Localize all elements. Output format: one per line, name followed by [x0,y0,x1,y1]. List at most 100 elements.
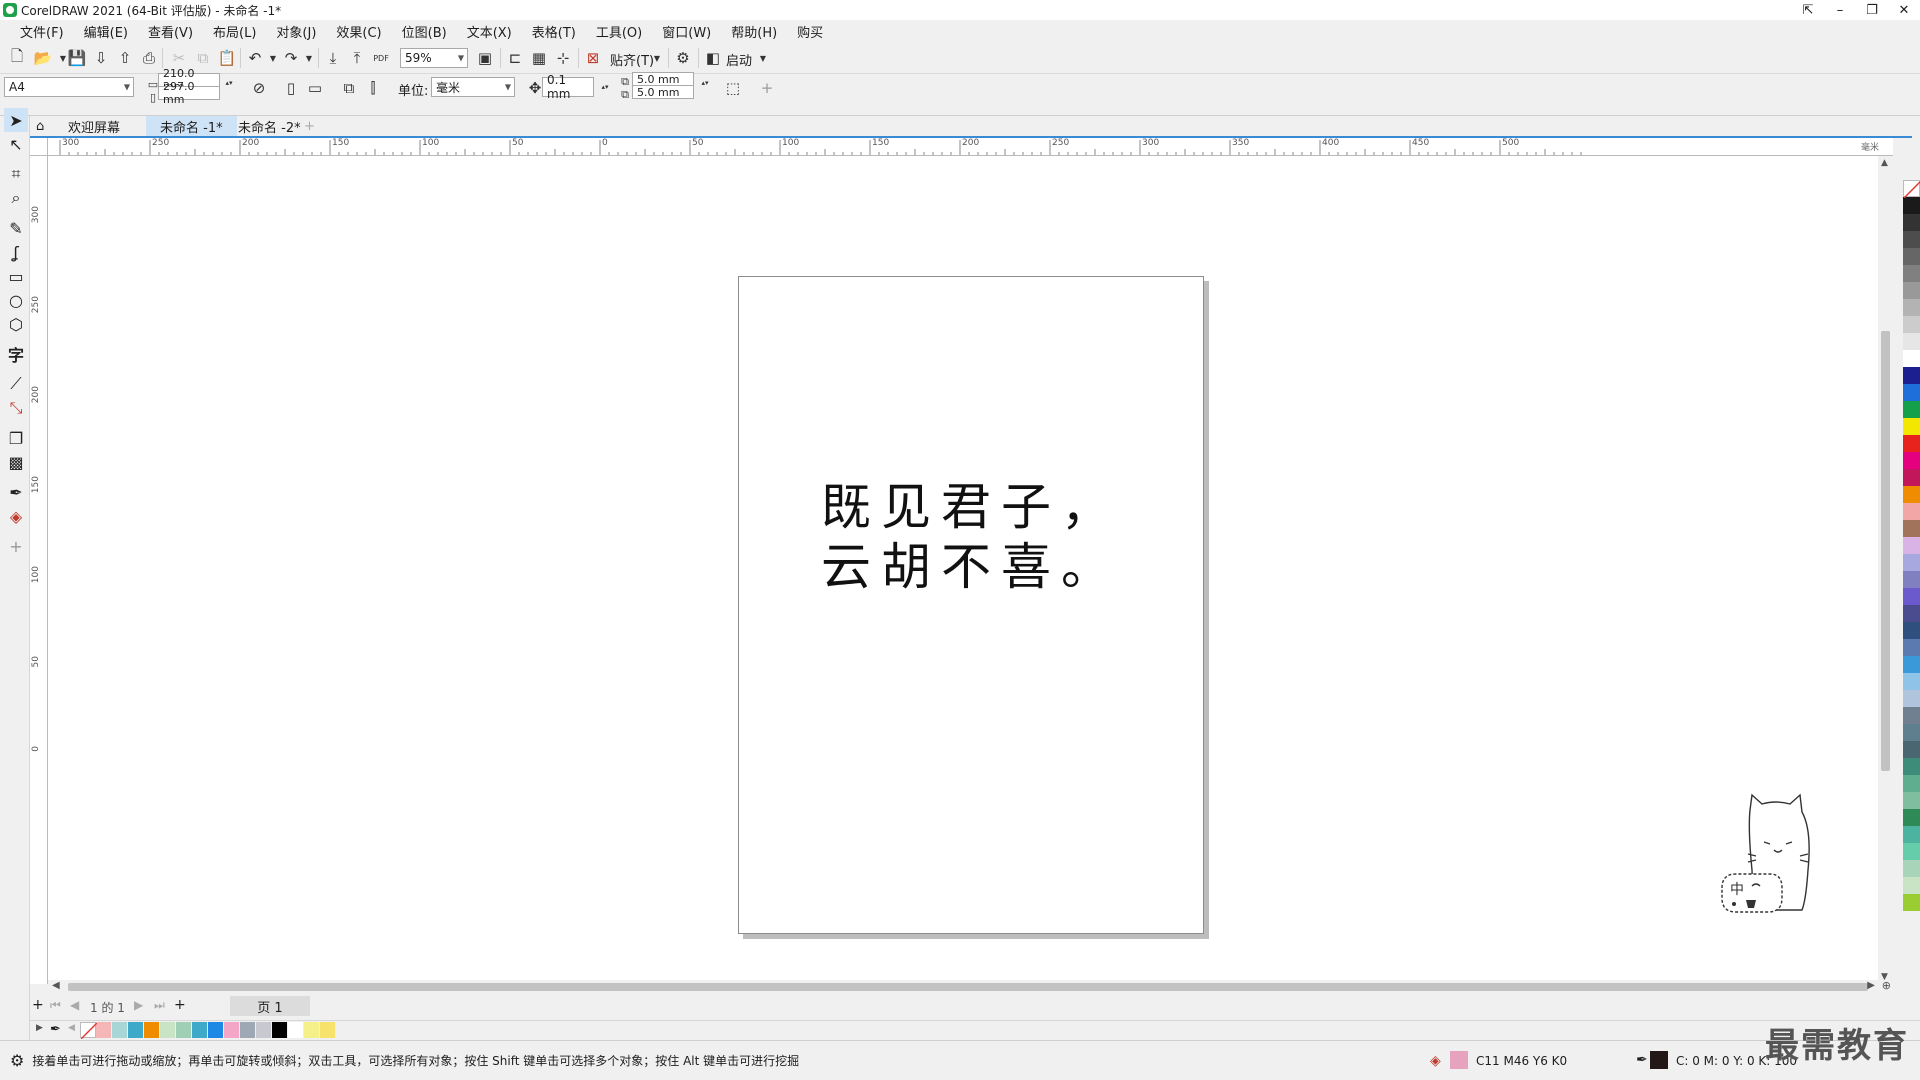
import-icon[interactable]: ⤓ [322,47,344,69]
color-swatch[interactable] [1903,486,1920,503]
doc-color-swatch[interactable] [320,1022,336,1038]
color-swatch[interactable] [1903,537,1920,554]
snap-dropdown-icon[interactable]: ▼ [646,47,668,69]
treat-as-filled-icon[interactable]: ⬚ [722,77,744,99]
color-swatch[interactable] [1903,469,1920,486]
doc-color-swatch[interactable] [240,1022,256,1038]
doc-color-swatch[interactable] [144,1022,160,1038]
color-swatch[interactable] [1903,350,1920,367]
ruler-origin[interactable] [30,138,48,156]
freehand-tool-icon[interactable]: ✎ [4,216,28,240]
zoom-level-dropdown[interactable]: 59% ▼ [400,48,468,68]
color-swatch[interactable] [1903,503,1920,520]
duplicate-spinner-icon[interactable]: ▴▾ [694,72,716,94]
lock-ratio-icon[interactable]: ⊘ [248,77,270,99]
add-page-before-icon[interactable]: + [32,997,44,1013]
last-page-icon[interactable]: ⏭ [154,998,165,1013]
doc-color-swatch[interactable] [112,1022,128,1038]
doc-color-swatch[interactable] [272,1022,288,1038]
nudge-distance-field[interactable]: 0.1 mm [542,73,594,101]
color-swatch[interactable] [1903,843,1920,860]
new-tab-icon[interactable]: + [298,116,321,136]
doc-no-color-swatch[interactable] [80,1022,97,1039]
horizontal-scroll-thumb[interactable] [68,983,1868,991]
doc-color-swatch[interactable] [208,1022,224,1038]
scroll-up-icon[interactable]: ▲ [1881,158,1888,168]
show-grid-icon[interactable]: ▦ [528,47,550,69]
doc-color-swatch[interactable] [224,1022,240,1038]
color-swatch[interactable] [1903,197,1920,214]
menu-view[interactable]: 查看(V) [138,22,203,41]
palette-eyedropper-icon[interactable]: ✒ [50,1022,61,1037]
horizontal-scrollbar[interactable]: ◀ ▶ ⊕ [48,979,1893,994]
text-tool-icon[interactable]: 字 [4,342,28,366]
color-swatch[interactable] [1903,316,1920,333]
menu-edit[interactable]: 编辑(E) [74,22,138,41]
color-swatch[interactable] [1903,809,1920,826]
print-icon[interactable]: ⎙ [138,47,160,69]
restore-layout-button[interactable]: ⇱ [1792,0,1824,20]
duplicate-distance-y-field[interactable]: 5.0 mm [632,85,694,99]
landscape-icon[interactable]: ▭ [304,77,326,99]
parallel-dimension-tool-icon[interactable]: ⟋ [4,372,28,396]
nudge-spinner-icon[interactable]: ▴▾ [594,76,616,98]
color-swatch[interactable] [1903,452,1920,469]
tab-welcome-screen[interactable]: 欢迎屏幕 [54,116,134,136]
menu-file[interactable]: 文件(F) [10,22,74,41]
doc-color-swatch[interactable] [160,1022,176,1038]
color-swatch[interactable] [1903,282,1920,299]
doc-color-swatch[interactable] [128,1022,144,1038]
status-settings-gear-icon[interactable]: ⚙ [10,1051,24,1070]
palette-scroll-left-icon[interactable]: ◀ [68,1023,75,1033]
current-page-icon[interactable]: ⫿ [362,77,384,99]
color-swatch[interactable] [1903,639,1920,656]
color-swatch[interactable] [1903,894,1920,911]
color-swatch[interactable] [1903,690,1920,707]
doc-color-swatch[interactable] [304,1022,320,1038]
home-icon[interactable]: ⌂ [30,116,50,136]
interactive-fill-tool-icon[interactable]: ◈ [4,504,28,528]
all-pages-icon[interactable]: ⧉ [338,77,360,99]
color-swatch[interactable] [1903,384,1920,401]
color-swatch[interactable] [1903,520,1920,537]
first-page-icon[interactable]: ⏮ [50,998,61,1013]
options-gear-icon[interactable]: ⚙ [672,47,694,69]
color-swatch[interactable] [1903,435,1920,452]
add-tool-icon[interactable]: + [4,534,28,558]
color-swatch[interactable] [1903,741,1920,758]
cut-icon[interactable]: ✂ [168,47,190,69]
menu-effects[interactable]: 效果(C) [326,22,391,41]
prev-page-icon[interactable]: ◀ [70,998,79,1012]
rectangle-tool-icon[interactable]: ▭ [4,264,28,288]
artistic-media-tool-icon[interactable]: ʆ [4,240,28,264]
connector-tool-icon[interactable]: ⤡ [4,396,28,420]
menu-layout[interactable]: 布局(L) [203,22,266,41]
open-folder-icon[interactable]: 📂 [32,47,54,69]
launch-dropdown[interactable]: 启动 [726,50,752,69]
color-swatch[interactable] [1903,826,1920,843]
doc-color-swatch[interactable] [192,1022,208,1038]
color-swatch[interactable] [1903,588,1920,605]
crop-tool-icon[interactable]: ⌗ [4,162,28,186]
new-document-icon[interactable]: 🗋 [6,47,28,69]
maximize-button[interactable]: ❐ [1856,0,1888,20]
color-swatch[interactable] [1903,673,1920,690]
color-swatch[interactable] [1903,367,1920,384]
color-swatch[interactable] [1903,214,1920,231]
page-size-spinner-icon[interactable]: ▴▾ [218,72,240,94]
add-page-after-icon[interactable]: + [174,997,186,1013]
color-swatch[interactable] [1903,299,1920,316]
zoom-tool-icon[interactable]: ⌕ [4,186,28,210]
color-swatch[interactable] [1903,571,1920,588]
menu-window[interactable]: 窗口(W) [652,22,721,41]
minimize-button[interactable]: – [1824,0,1856,20]
color-swatch[interactable] [1903,418,1920,435]
transparency-tool-icon[interactable]: ▩ [4,450,28,474]
redo-dropdown-icon[interactable]: ▼ [298,47,320,69]
vertical-scrollbar[interactable]: ▲ ▼ [1878,156,1893,984]
next-page-icon[interactable]: ▶ [134,998,143,1012]
menu-tools[interactable]: 工具(O) [586,22,652,41]
document-page[interactable]: 既见君子， 云胡不喜。 [738,276,1204,934]
pick-tool-icon[interactable]: ➤ [4,108,28,132]
duplicate-distance-x-field[interactable]: 5.0 mm [632,72,694,86]
